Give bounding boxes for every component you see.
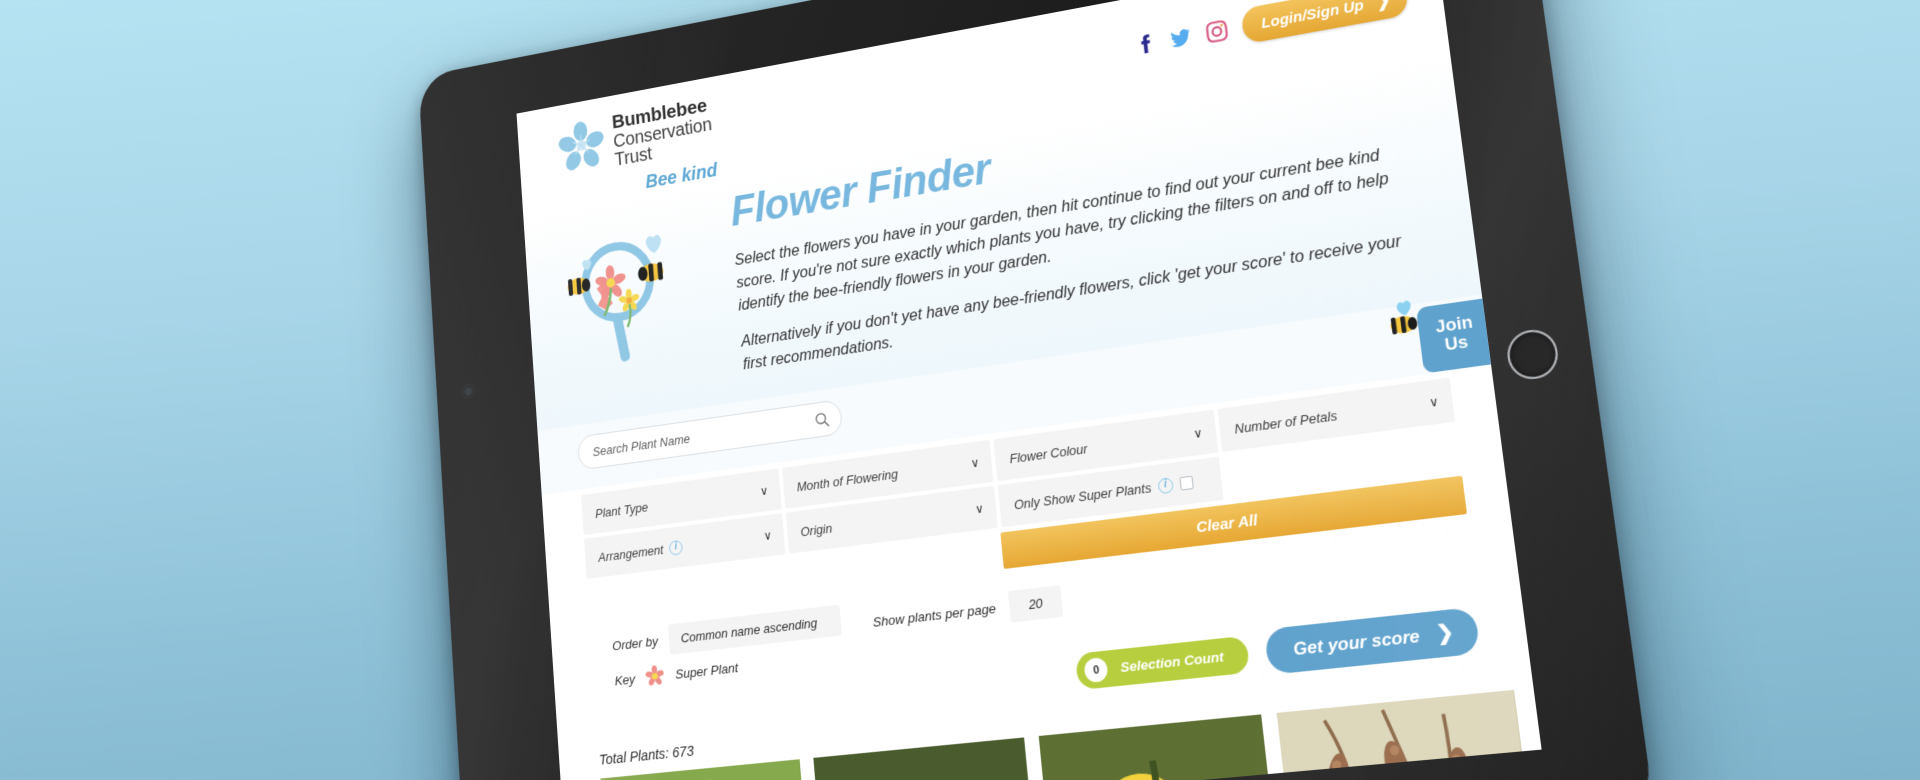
filter-label: Arrangement	[597, 542, 664, 565]
chevron-down-icon: ∨	[974, 501, 985, 517]
home-button[interactable]	[1504, 326, 1561, 383]
login-signup-label: Login/Sign Up	[1260, 0, 1365, 32]
order-by-label: Order by	[611, 633, 659, 654]
magnifier-flowers-bees-icon	[563, 205, 737, 363]
hero-illustration	[563, 205, 737, 376]
selection-count-value: 0	[1083, 657, 1109, 684]
facebook-icon[interactable]	[1132, 31, 1158, 58]
per-page-select[interactable]: 20	[1007, 585, 1064, 623]
search-input[interactable]	[592, 414, 811, 460]
super-plants-checkbox[interactable]	[1179, 475, 1194, 491]
chevron-right-icon: ❯	[1435, 621, 1456, 647]
bumblebee-flower-logo-icon	[557, 120, 606, 174]
per-page-group: Show plants per page 20	[871, 579, 1064, 638]
filter-label: Plant Type	[594, 499, 649, 521]
chevron-down-icon: ∨	[1192, 426, 1204, 442]
chevron-down-icon: ∨	[763, 528, 773, 544]
selection-count-label: Selection Count	[1119, 649, 1225, 676]
tablet-device: Bumblebee Conservation Trust Bee kind Lo…	[418, 0, 1656, 780]
chevron-down-icon: ∨	[970, 455, 980, 471]
front-camera-icon	[462, 384, 475, 399]
filter-label: Origin	[799, 520, 833, 540]
filter-label: Only Show Super Plants	[1013, 479, 1153, 513]
filter-label: Flower Colour	[1008, 440, 1089, 467]
scene: Bumblebee Conservation Trust Bee kind Lo…	[0, 0, 1920, 780]
login-signup-button[interactable]: Login/Sign Up ❯	[1240, 0, 1410, 45]
filter-only-show-super-plants[interactable]: Only Show Super Plants i	[997, 457, 1224, 528]
key-label: Key	[614, 671, 636, 689]
get-your-score-label: Get your score	[1292, 625, 1421, 660]
per-page-label: Show plants per page	[872, 601, 997, 631]
chevron-down-icon: ∨	[1428, 394, 1440, 411]
chevron-right-icon: ❯	[1374, 0, 1392, 12]
instagram-icon[interactable]	[1204, 18, 1230, 46]
info-icon[interactable]: i	[668, 539, 684, 556]
header-right: Login/Sign Up ❯	[1130, 0, 1410, 64]
key-value: Super Plant	[674, 660, 739, 682]
tablet-screen: Bumblebee Conservation Trust Bee kind Lo…	[516, 0, 1542, 780]
info-icon[interactable]: i	[1157, 477, 1174, 495]
social-icons	[1132, 18, 1230, 59]
search-icon[interactable]	[814, 411, 831, 430]
chevron-down-icon: ∨	[759, 484, 769, 499]
twitter-icon[interactable]	[1168, 24, 1194, 52]
brand-text: Bumblebee Conservation Trust Bee kind	[611, 92, 718, 197]
super-plant-flower-icon	[645, 665, 665, 687]
filter-label: Number of Petals	[1233, 407, 1338, 437]
filter-label: Month of Flowering	[796, 466, 899, 495]
hero-paragraph-1: Select the flowers you have in your gard…	[733, 146, 1390, 315]
